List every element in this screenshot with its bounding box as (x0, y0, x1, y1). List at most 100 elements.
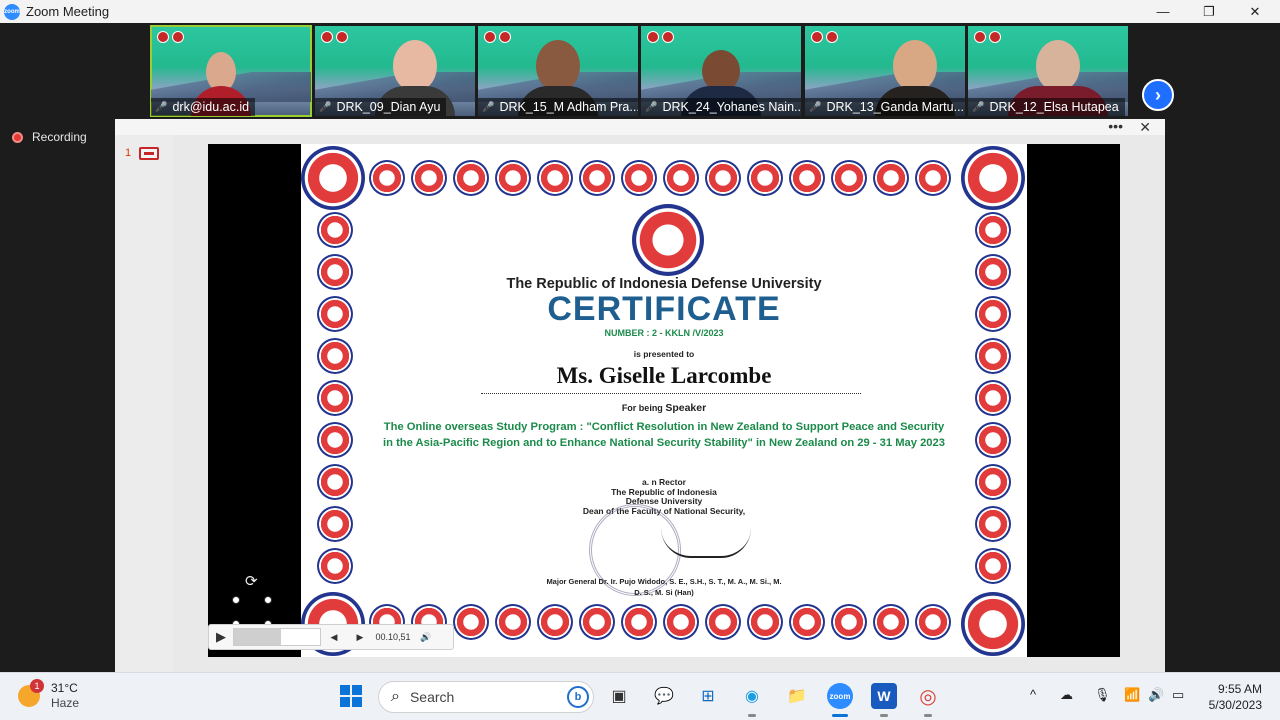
border-seal (317, 338, 353, 374)
battery-icon[interactable]: ▭ (1172, 687, 1184, 703)
recording-indicator[interactable]: Recording (12, 130, 87, 144)
participant-name: 🎤 DRK_09_Dian Ayu (315, 98, 447, 116)
slide-number: 1 (125, 147, 132, 159)
border-seal (975, 296, 1011, 332)
border-seal (663, 604, 699, 640)
notification-badge: 1 (30, 679, 44, 693)
participant-name: 🎤 DRK_15_M Adham Pra... (478, 98, 638, 116)
border-seal (831, 604, 867, 640)
border-seal (915, 604, 951, 640)
volume-icon[interactable]: 🔊 (413, 632, 439, 643)
border-seal (317, 296, 353, 332)
start-button[interactable] (338, 683, 364, 709)
border-seal (975, 212, 1011, 248)
border-seal (621, 604, 657, 640)
video-tile[interactable]: 🎤 DRK_12_Elsa Hutapea (968, 26, 1128, 116)
participant-name: 🎤 drk@idu.ac.id (151, 98, 256, 116)
sun-icon: 1 (18, 679, 44, 707)
border-seal (975, 506, 1011, 542)
seek-bar[interactable] (233, 628, 321, 646)
banner-logos (811, 31, 838, 43)
border-seal (831, 160, 867, 196)
program-description: The Online overseas Study Program : "Con… (383, 421, 945, 449)
word-icon[interactable]: W (871, 683, 897, 709)
border-seal (537, 160, 573, 196)
clock-date: 5/30/2023 (1208, 698, 1262, 712)
video-tile[interactable]: 🎤 DRK_24_Yohanes Nain... (641, 26, 801, 116)
microphone-muted-icon: 🎤 (645, 101, 658, 113)
chevron-up-icon[interactable]: ^ (1030, 687, 1036, 702)
border-seal (915, 160, 951, 196)
weather-widget[interactable]: 1 31°C Haze (18, 679, 79, 711)
border-seal (621, 160, 657, 196)
bing-icon[interactable]: b (567, 686, 589, 708)
border-seal (705, 604, 741, 640)
resize-handle[interactable] (232, 596, 240, 604)
next-page-button[interactable]: › (1142, 79, 1174, 111)
video-tile[interactable]: 🎤 DRK_13_Ganda Martu... (805, 26, 965, 116)
video-tile[interactable]: 🎤 DRK_15_M Adham Pra... (478, 26, 638, 116)
border-seal (705, 160, 741, 196)
close-icon[interactable]: ✕ (1139, 119, 1151, 135)
edge-icon[interactable]: ◉ (739, 683, 765, 709)
border-seal (495, 160, 531, 196)
skip-back-icon[interactable]: ◀ (321, 632, 347, 643)
border-seal (975, 422, 1011, 458)
taskbar: 1 31°C Haze ⌕ Search b ▣ 💬 ⊞ ◉ 📁 zoom W … (0, 672, 1280, 720)
border-seal (789, 160, 825, 196)
maximize-button[interactable]: ❐ (1186, 0, 1232, 23)
task-view-icon[interactable]: ▣ (606, 683, 632, 709)
university-logo (632, 204, 704, 276)
title-bar: zoom Zoom Meeting — ❐ ✕ (0, 0, 1280, 23)
skip-forward-icon[interactable]: ▶ (347, 632, 373, 643)
border-seal (579, 604, 615, 640)
play-icon[interactable]: ▶ (209, 629, 233, 645)
chevron-right-icon: › (1155, 84, 1161, 105)
university-seal-corner (961, 146, 1025, 210)
rotate-handle-icon[interactable]: ⟳ (245, 572, 258, 590)
border-seal (975, 548, 1011, 584)
signature-block: a. n Rector The Republic of Indonesia De… (582, 477, 746, 516)
more-options-icon[interactable]: ••• (1108, 119, 1123, 133)
microphone-tray-icon[interactable]: 🎙 (1094, 687, 1111, 703)
video-tile[interactable]: 🎤 drk@idu.ac.id (150, 25, 312, 117)
border-seal (747, 160, 783, 196)
file-explorer-icon[interactable]: 📁 (784, 683, 810, 709)
onedrive-cloud-icon[interactable]: ☁ (1060, 687, 1073, 703)
close-window-button[interactable]: ✕ (1232, 0, 1278, 23)
microphone-muted-icon: 🎤 (319, 101, 332, 113)
dotted-divider (481, 393, 861, 394)
weather-temp: 31°C (51, 681, 78, 695)
teams-chat-icon[interactable]: 💬 (651, 683, 677, 709)
running-indicator (748, 714, 756, 717)
border-seal (453, 604, 489, 640)
running-indicator (880, 714, 888, 717)
resize-handle[interactable] (264, 596, 272, 604)
microphone-muted-icon: 🎤 (809, 101, 822, 113)
system-clock[interactable]: 9:55 AM 5/30/2023 (1209, 681, 1262, 713)
banner-logos (321, 31, 348, 43)
recipient-name: Ms. Giselle Larcombe (556, 363, 772, 388)
zoom-app-icon: zoom (4, 3, 20, 20)
border-seal (453, 160, 489, 196)
presented-to-label: is presented to (633, 349, 695, 359)
role-line: For being Speaker (621, 402, 707, 414)
volume-tray-icon[interactable]: 🔊 (1148, 687, 1164, 703)
recording-label: Recording (32, 130, 87, 144)
chrome-icon[interactable]: ◎ (915, 683, 941, 709)
taskbar-search[interactable]: ⌕ Search b (378, 681, 594, 713)
zoom-taskbar-icon[interactable]: zoom (827, 683, 853, 709)
video-gallery-strip: 🎤 drk@idu.ac.id 🎤 DRK_09_Dian Ayu 🎤 DRK_… (0, 23, 1280, 119)
wifi-icon[interactable]: 📶 (1124, 687, 1140, 703)
video-tile[interactable]: 🎤 DRK_09_Dian Ayu (315, 26, 475, 116)
minimize-button[interactable]: — (1140, 0, 1186, 23)
share-toolbar: ••• ✕ (115, 119, 1165, 135)
record-dot-icon (12, 131, 23, 143)
border-seal (975, 254, 1011, 290)
border-seal (873, 160, 909, 196)
slide-thumbnail[interactable] (139, 147, 159, 160)
slide-thumbnail-pane: 1 (115, 135, 173, 672)
microsoft-store-icon[interactable]: ⊞ (695, 683, 721, 709)
border-seal (317, 212, 353, 248)
banner-logos (647, 31, 674, 43)
